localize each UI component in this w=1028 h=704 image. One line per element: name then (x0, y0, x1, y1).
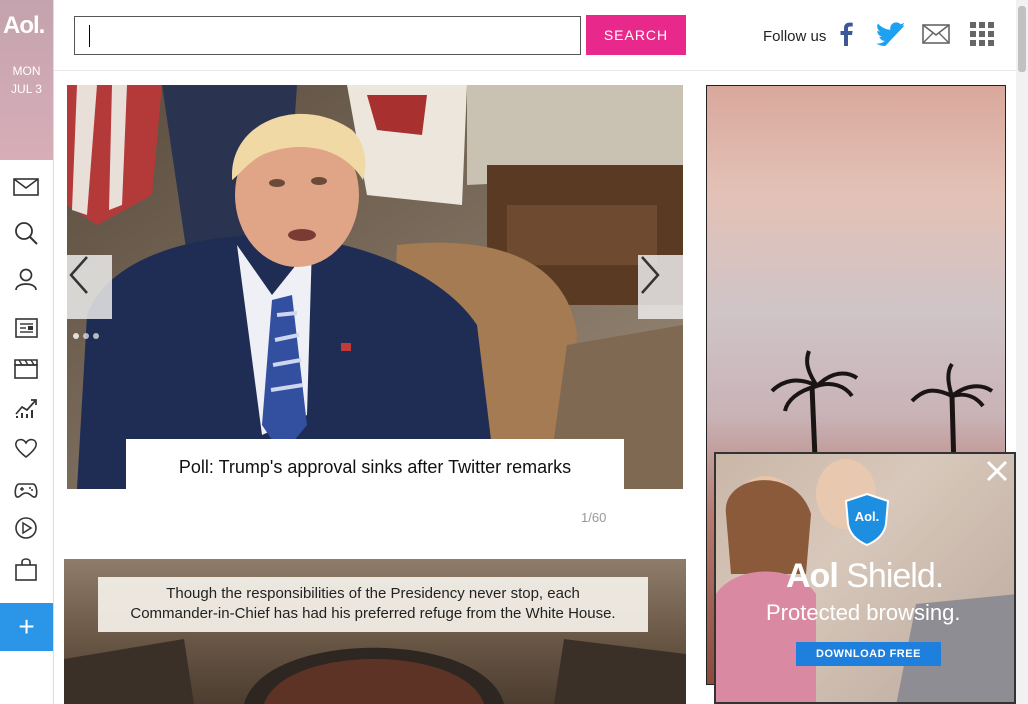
close-icon[interactable] (982, 456, 1012, 486)
video-play-icon[interactable] (12, 514, 40, 542)
slide-dots (73, 333, 99, 339)
slide-counter: 1/60 (581, 510, 607, 525)
brand-block: Aol. MON JUL 3 (0, 0, 53, 160)
prev-slide-button[interactable] (67, 255, 112, 319)
next-slide-button[interactable] (638, 255, 683, 319)
games-icon[interactable] (12, 476, 40, 504)
twitter-icon[interactable] (876, 20, 904, 48)
article-text-line: Though the responsibilities of the Presi… (166, 585, 580, 602)
article-card[interactable]: Though the responsibilities of the Presi… (64, 559, 686, 704)
aol-logo[interactable]: Aol. (3, 12, 45, 40)
add-plus-button[interactable]: + (0, 603, 53, 651)
download-free-button[interactable]: DOWNLOAD FREE (796, 642, 941, 666)
user-icon[interactable] (12, 265, 40, 293)
slide-dot[interactable] (93, 333, 99, 339)
slide-dot[interactable] (83, 333, 89, 339)
ad-subtitle: Protected browsing. (766, 600, 961, 625)
mail-icon[interactable] (12, 173, 40, 201)
date-month: JUL 3 (11, 82, 42, 96)
finance-icon[interactable] (12, 394, 40, 422)
ad-title-rest: Shield. (837, 557, 944, 595)
header: SEARCH Follow us (54, 0, 1016, 71)
text-caret (89, 25, 90, 47)
slide-dot[interactable] (73, 333, 79, 339)
email-icon[interactable] (922, 20, 950, 48)
aol-shield-ad-popup[interactable]: Aol. Aol Shield. Protected browsing. DOW… (714, 452, 1016, 704)
shopping-bag-icon[interactable] (12, 555, 40, 583)
ad-title-bold: Aol (786, 557, 839, 595)
slide-caption-link[interactable]: Poll: Trump's approval sinks after Twitt… (126, 439, 624, 489)
ad-title: Aol Shield. (786, 557, 944, 596)
shield-icon: Aol. (844, 492, 890, 547)
scrollbar-thumb[interactable] (1018, 6, 1026, 72)
search-button[interactable]: SEARCH (586, 15, 686, 55)
hero-photo (67, 85, 683, 489)
left-rail: Aol. MON JUL 3 + (0, 0, 54, 704)
shield-badge-text: Aol. (854, 509, 880, 524)
hero-slideshow[interactable] (67, 85, 683, 489)
movies-icon[interactable] (12, 354, 40, 382)
apps-grid-icon[interactable] (968, 20, 996, 48)
news-icon[interactable] (12, 314, 40, 342)
article-text-line: Commander-in-Chief has had his preferred… (130, 605, 616, 622)
date-display: MON JUL 3 (0, 62, 53, 98)
page-scrollbar[interactable] (1016, 0, 1028, 704)
search-icon[interactable] (12, 219, 40, 247)
article-card-text: Though the responsibilities of the Presi… (98, 577, 648, 632)
facebook-icon[interactable] (832, 20, 860, 48)
follow-us-label: Follow us (763, 28, 827, 45)
search-input[interactable] (74, 16, 581, 55)
date-day: MON (12, 64, 41, 78)
lifestyle-heart-icon[interactable] (12, 434, 40, 462)
